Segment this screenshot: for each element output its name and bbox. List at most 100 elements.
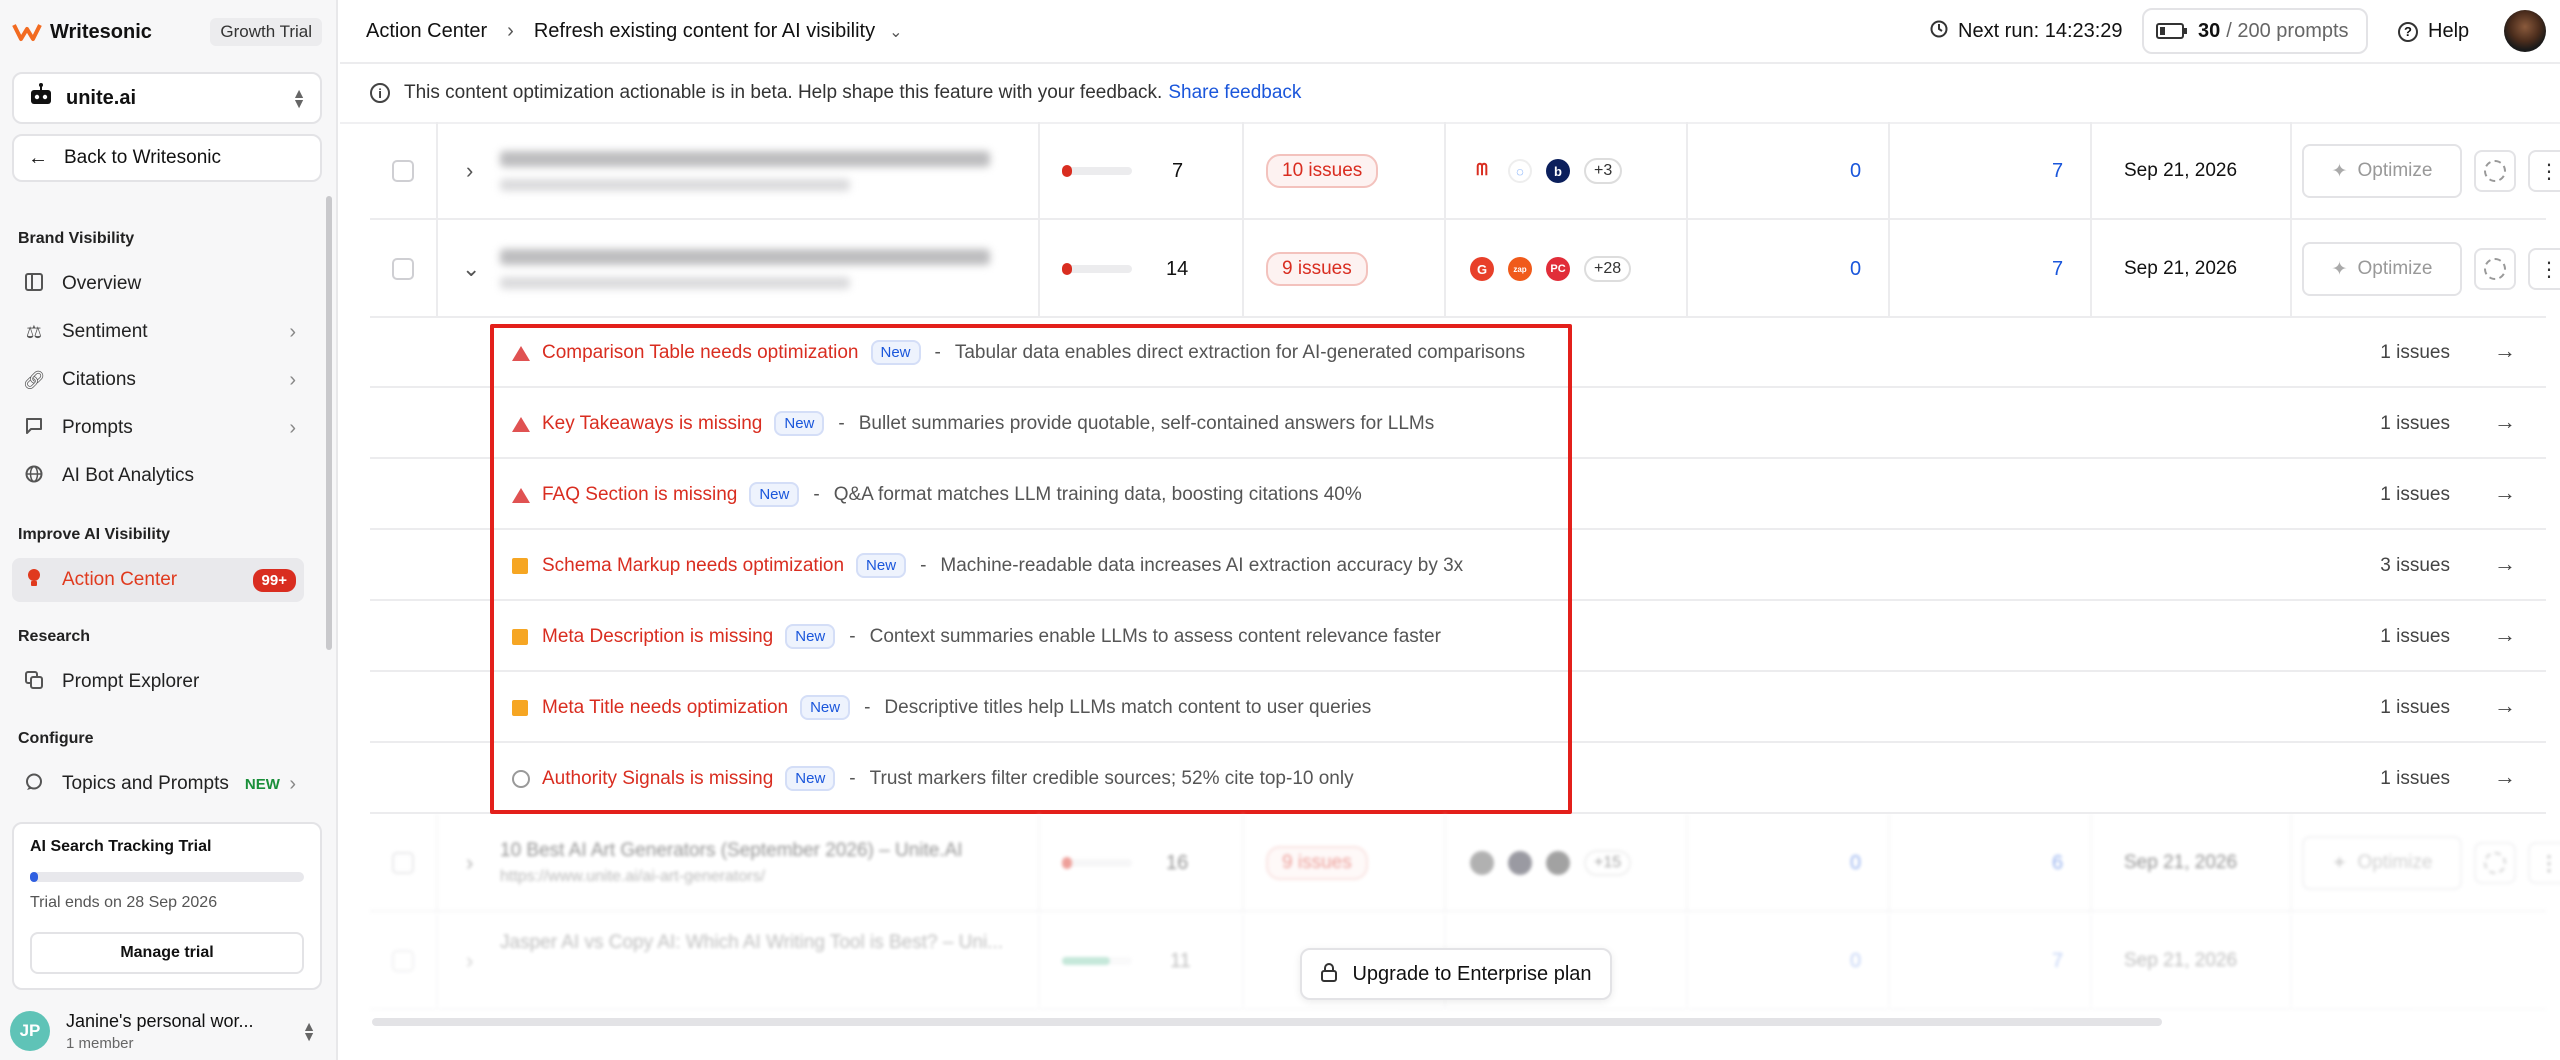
ai-sources: +15 <box>1470 814 1632 912</box>
chevron-right-icon: › <box>289 416 296 439</box>
trial-title: AI Search Tracking Trial <box>30 838 212 855</box>
arrow-right-icon[interactable]: → <box>2494 480 2516 506</box>
section-improve-ai-visibility: Improve AI Visibility <box>18 526 171 543</box>
chevron-right-icon: › <box>507 20 514 42</box>
table-row: ⌄ 14 9 issues G zap PC +28 0 7 Sep 21, 2… <box>370 220 2560 318</box>
row-title[interactable]: 10 Best AI Art Generators (September 202… <box>500 814 963 912</box>
more-sources-count: +15 <box>1584 850 1632 876</box>
share-feedback-link[interactable]: Share feedback <box>1168 82 1301 104</box>
expand-chevron-icon[interactable]: › <box>466 912 473 1010</box>
issues-pill[interactable]: 10 issues <box>1266 122 1379 220</box>
row-checkbox[interactable] <box>392 122 414 220</box>
row-title-blurred[interactable] <box>500 220 990 318</box>
chevron-right-icon: › <box>289 772 296 795</box>
issue-row[interactable]: Meta Description is missing New - Context s… <box>370 602 2546 672</box>
metric-value: 0 <box>1850 949 1862 972</box>
row-checkbox[interactable] <box>392 912 414 1010</box>
metric-value: 0 <box>1850 851 1862 874</box>
issue-detail-list: Comparison Table needs optimization New - T… <box>370 318 2546 814</box>
issues-pill[interactable]: 9 issues <box>1266 220 1368 318</box>
sidebar-item-sentiment[interactable]: ⚖ Sentiment › <box>12 310 304 354</box>
issue-row[interactable]: Authority Signals is missing New - Trust ma… <box>370 744 2546 814</box>
issue-count: 3 issues <box>2380 555 2450 576</box>
issue-row[interactable]: Key Takeaways is missing New - Bullet summa… <box>370 389 2546 459</box>
optimize-button[interactable]: ✦ Optimize <box>2302 814 2462 912</box>
profile-avatar[interactable] <box>2504 10 2546 52</box>
issue-row[interactable]: Meta Title needs optimization New - Descrip… <box>370 673 2546 743</box>
breadcrumb-root[interactable]: Action Center <box>366 20 487 43</box>
prompt-usage[interactable]: 30 / 200 prompts <box>2142 8 2368 54</box>
ai-sources: G zap PC +28 <box>1470 220 1632 318</box>
horizontal-scrollbar[interactable] <box>372 1018 2162 1026</box>
new-badge: New <box>785 766 836 791</box>
row-title[interactable]: Jasper AI vs Copy AI: Which AI Writing T… <box>500 912 1003 1010</box>
lock-icon <box>1320 962 1338 987</box>
expand-chevron-icon[interactable]: › <box>466 122 473 220</box>
source-logo-icon: zap <box>1508 257 1532 281</box>
breadcrumb-current[interactable]: Refresh existing content for AI visibili… <box>534 20 875 43</box>
issue-row[interactable]: Schema Markup needs optimization New - Mach… <box>370 531 2546 601</box>
sidebar-item-action-center[interactable]: Action Center 99+ <box>12 558 304 602</box>
clock-icon <box>1930 20 1948 43</box>
arrow-right-icon[interactable]: → <box>2494 338 2516 364</box>
score-value: 16 <box>1166 851 1189 874</box>
user-account-switcher[interactable]: JP Janine's personal wor... 1 member ▲ ▼ <box>10 1006 326 1056</box>
upgrade-enterprise-button[interactable]: Upgrade to Enterprise plan <box>1300 948 1612 1000</box>
member-count: 1 member <box>66 1034 134 1052</box>
issue-row[interactable]: FAQ Section is missing New - Q&A format mat… <box>370 460 2546 530</box>
more-menu-button[interactable]: ⋮ <box>2528 122 2560 220</box>
chat-icon <box>20 773 48 796</box>
collapse-chevron-icon[interactable]: ⌄ <box>462 220 480 318</box>
more-menu-button[interactable]: ⋮ <box>2528 814 2560 912</box>
expand-chevron-icon[interactable]: › <box>466 814 473 912</box>
help-button[interactable]: ? Help <box>2398 20 2469 43</box>
chat-icon <box>20 417 48 440</box>
beta-banner: i This content optimization actionable i… <box>340 64 2560 124</box>
workspace-switcher[interactable]: unite.ai ▲ ▼ <box>12 72 322 124</box>
optimize-button[interactable]: ✦ Optimize <box>2302 220 2462 318</box>
source-logo-icon <box>1508 851 1532 875</box>
issue-description: Context summaries enable LLMs to assess … <box>869 626 1441 647</box>
sidebar-item-label: AI Bot Analytics <box>62 465 195 486</box>
sidebar-item-prompt-explorer[interactable]: Prompt Explorer <box>12 660 304 704</box>
user-workspace-name: Janine's personal wor... <box>66 1010 254 1031</box>
sidebar-item-ai-bot-analytics[interactable]: AI Bot Analytics <box>12 454 304 498</box>
back-to-writesonic-button[interactable]: ← Back to Writesonic <box>12 134 322 182</box>
issue-title: Meta Title needs optimization <box>542 697 789 718</box>
upgrade-label: Upgrade to Enterprise plan <box>1352 962 1592 985</box>
new-badge: New <box>856 553 907 578</box>
arrow-right-icon[interactable]: → <box>2494 551 2516 577</box>
help-icon: ? <box>2398 21 2418 42</box>
status-button[interactable] <box>2474 220 2516 318</box>
status-button[interactable] <box>2474 814 2516 912</box>
row-checkbox[interactable] <box>392 220 414 318</box>
issue-description: Bullet summaries provide quotable, self-… <box>858 413 1435 434</box>
arrow-right-icon[interactable]: → <box>2494 764 2516 790</box>
issue-count: 1 issues <box>2380 768 2450 789</box>
row-title-blurred[interactable] <box>500 122 990 220</box>
sidebar-item-topics-and-prompts[interactable]: Topics and Prompts NEW › <box>12 762 304 806</box>
status-button[interactable] <box>2474 122 2516 220</box>
sidebar-item-overview[interactable]: Overview <box>12 262 304 306</box>
sidebar-item-citations[interactable]: 🔗︎ Citations › <box>12 358 304 402</box>
arrow-right-icon[interactable]: → <box>2494 409 2516 435</box>
issue-description: Machine-readable data increases AI extra… <box>940 555 1464 576</box>
more-menu-button[interactable]: ⋮ <box>2528 220 2560 318</box>
manage-trial-button[interactable]: Manage trial <box>30 932 304 974</box>
issues-pill[interactable]: 9 issues <box>1266 814 1368 912</box>
arrow-right-icon[interactable]: → <box>2494 693 2516 719</box>
optimize-button[interactable]: ✦ Optimize <box>2302 122 2462 220</box>
issue-row[interactable]: Comparison Table needs optimization New - T… <box>370 318 2546 388</box>
arrow-right-icon[interactable]: → <box>2494 622 2516 648</box>
app-root: Writesonic Growth Trial unite.ai ▲ ▼ ← Ba… <box>0 0 2560 1060</box>
chevron-down-icon[interactable]: ⌄ <box>889 22 902 42</box>
metric-value: 7 <box>2052 949 2064 972</box>
new-badge: New <box>870 340 921 365</box>
source-logo-icon: ◌ <box>1508 159 1532 183</box>
sidebar-item-prompts[interactable]: Prompts › <box>12 406 304 450</box>
source-logo-icon <box>1546 851 1570 875</box>
row-checkbox[interactable] <box>392 814 414 912</box>
sidebar-scrollbar[interactable] <box>326 196 332 650</box>
layout-icon <box>20 272 48 296</box>
more-sources-count: +3 <box>1584 158 1623 184</box>
